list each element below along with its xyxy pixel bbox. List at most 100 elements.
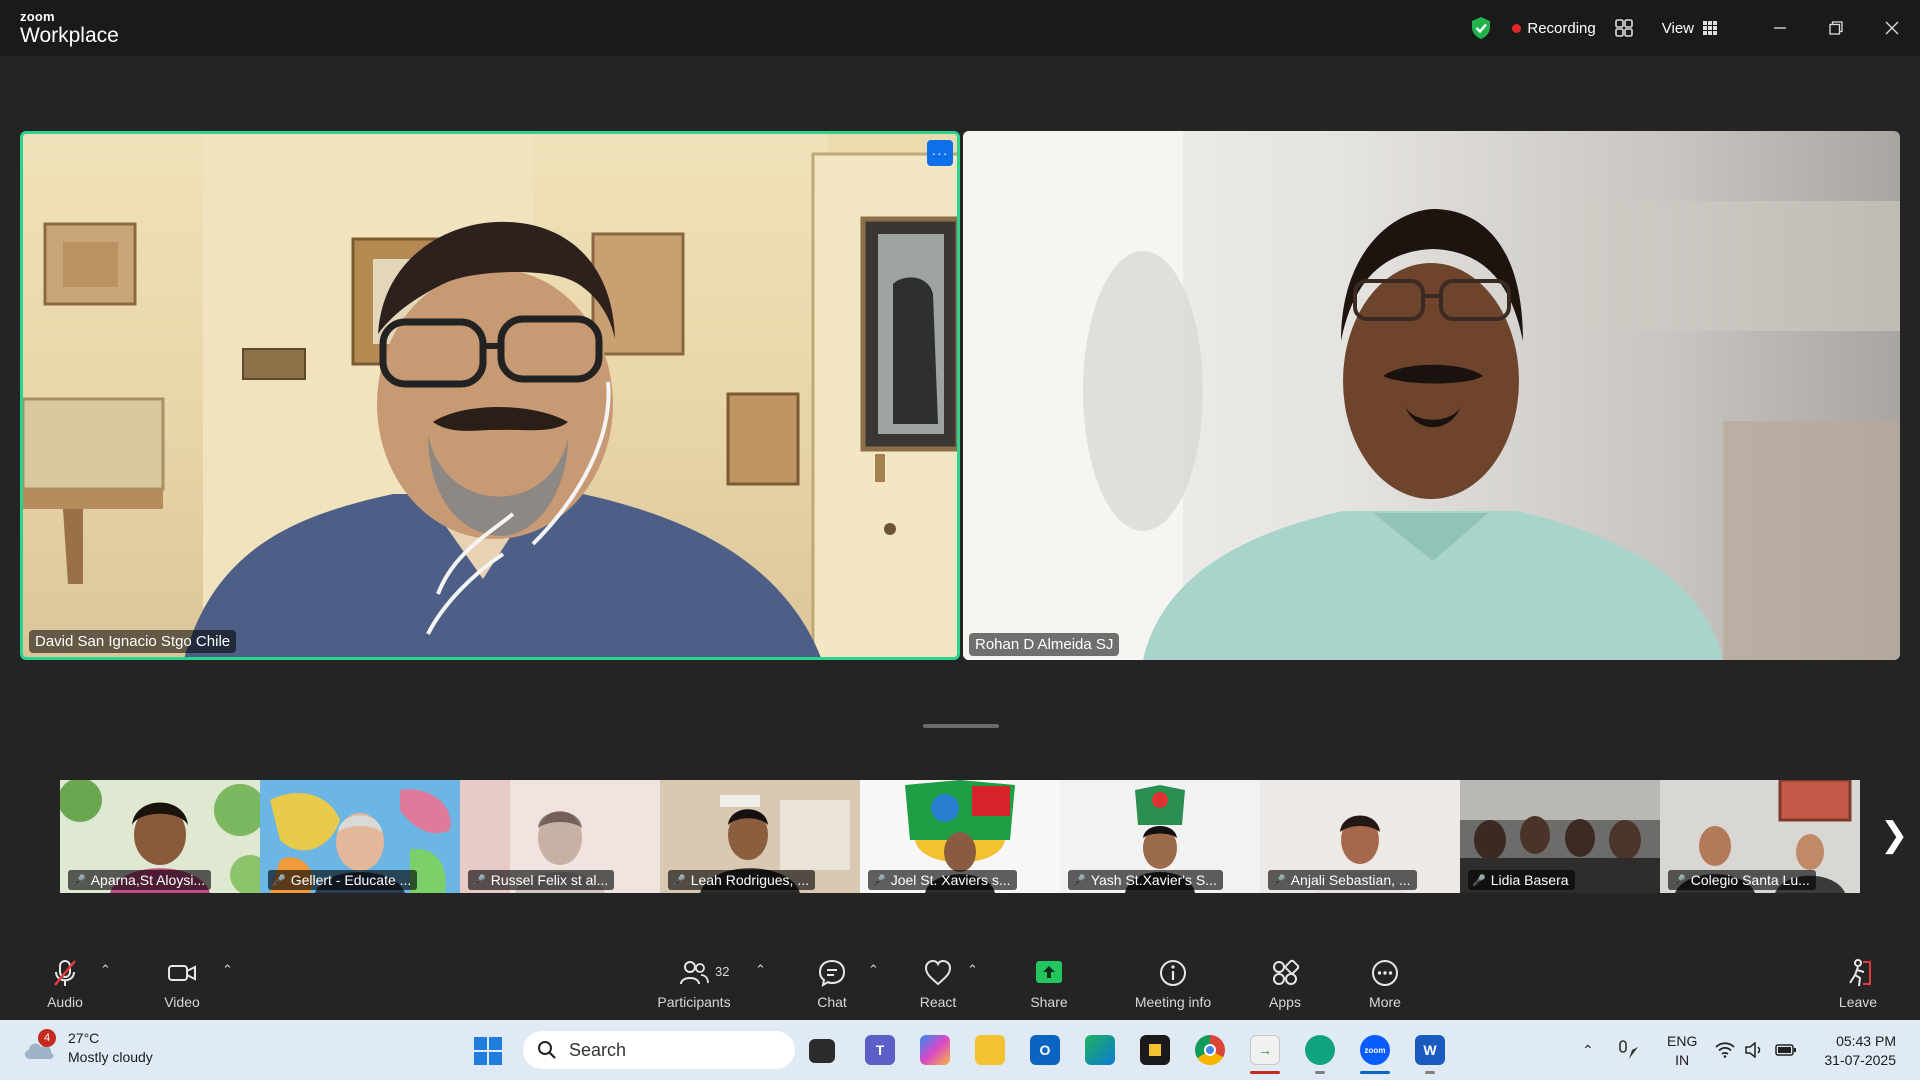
participant-thumbnail[interactable]: 🎤 Yash St.Xavier's S... [1060,780,1260,893]
taskbar-clock[interactable]: 05:43 PM 31-07-2025 [1824,1032,1896,1070]
participant-video-feed [23,134,957,657]
encryption-shield-icon[interactable] [1470,16,1492,40]
lang-bottom: IN [1675,1052,1690,1068]
more-dots-icon [1372,960,1398,986]
weather-desc: Mostly cloudy [68,1049,153,1065]
participant-thumbnail[interactable]: 🎤 Anjali Sebastian, ... [1260,780,1460,893]
video-label: Video [164,994,200,1010]
muted-mic-icon: 🎤 [272,874,286,887]
participant-thumbnail[interactable]: 🎤 Russel Felix st al... [460,780,660,893]
taskbar-search-box[interactable]: Search [523,1031,795,1069]
thumbnail-name: Russel Felix st al... [490,872,609,888]
file-explorer-icon[interactable] [975,1035,1005,1065]
chrome-icon[interactable] [1195,1035,1225,1065]
leave-button[interactable]: Leave [1808,958,1908,1010]
zoom-taskbar-icon[interactable]: zoom [1360,1035,1390,1065]
video-tile-active-speaker[interactable]: ··· David San Ignacio Stgo Chile [20,131,960,660]
view-grid-icon [1703,21,1717,35]
participant-thumbnail[interactable]: 🎤 Colegio Santa Lu... [1660,780,1860,893]
participant-thumbnail[interactable]: 🎤 Aparna,St Aloysi... [60,780,260,893]
grid-layout-icon[interactable] [1614,18,1634,38]
quick-settings[interactable] [1715,1020,1797,1080]
recording-indicator[interactable]: Recording [1512,19,1596,37]
muted-mic-icon: 🎤 [1672,874,1686,887]
app-running-indicator [1315,1071,1325,1074]
app-running-indicator [1425,1071,1435,1074]
video-options-button[interactable]: ··· [927,140,953,166]
meeting-info-label: Meeting info [1134,994,1212,1010]
thumbnail-name: Gellert - Educate ... [290,872,412,888]
view-label: View [1661,19,1694,37]
react-options-chevron-icon[interactable]: ⌃ [967,962,978,978]
resize-handle[interactable] [923,724,999,728]
minimize-button[interactable] [1752,0,1808,56]
system-tray: ⌃ [1582,1020,1640,1080]
participants-icon [680,961,709,985]
recording-dot-icon [1512,23,1522,33]
wifi-icon [1715,1042,1735,1058]
thumbnail-name-tag: 🎤 Leah Rodrigues, ... [668,870,815,890]
video-camera-icon [168,965,196,981]
teams-icon[interactable]: T [865,1035,895,1065]
language-indicator[interactable]: ENG IN [1667,1032,1697,1070]
strip-next-chevron-icon[interactable]: ❯ [1880,815,1909,855]
apps-label: Apps [1269,994,1301,1010]
muted-microphone-icon [54,960,76,986]
outlook-icon[interactable]: O [1030,1035,1060,1065]
view-button[interactable]: View [1662,20,1718,37]
leave-icon [1849,959,1871,987]
video-button[interactable]: Video [132,958,232,1010]
active-app-indicator [1250,1071,1280,1074]
thumbnail-name: Colegio Santa Lu... [1690,872,1810,888]
thumbnail-name-tag: 🎤 Aparna,St Aloysi... [68,870,212,890]
meeting-info-button[interactable]: Meeting info [1123,958,1223,1010]
title-bar: zoom Workplace Recording View [0,0,1920,56]
clock-time: 05:43 PM [1836,1033,1896,1049]
restore-icon [1829,21,1843,35]
video-options-chevron-icon[interactable]: ⌃ [222,962,233,978]
participants-label: Participants [657,994,731,1010]
close-button[interactable] [1864,0,1920,56]
heart-icon [924,959,952,986]
muted-mic-icon: 🎤 [872,874,886,887]
microphone-location-icon[interactable] [1616,1039,1640,1061]
apps-icon [1273,959,1300,985]
share-button[interactable]: Share [999,958,1099,1010]
participant-thumbnail[interactable]: 🎤 Gellert - Educate ... [260,780,460,893]
thumbnail-name: Leah Rodrigues, ... [690,872,809,888]
search-label: Search [569,1039,627,1060]
participant-name-tag: Rohan D Almeida SJ [969,633,1120,656]
participant-thumbnail[interactable]: 🎤 Leah Rodrigues, ... [660,780,860,893]
send-to-app-icon[interactable]: → [1250,1035,1280,1065]
edge-icon[interactable] [1085,1035,1115,1065]
participant-thumbnail[interactable]: 🎤 Joel St. Xaviers s... [860,780,1060,893]
restore-button[interactable] [1808,0,1864,56]
more-button[interactable]: More [1335,958,1435,1010]
search-icon [538,1041,556,1059]
copilot-icon[interactable] [920,1035,950,1065]
more-label: More [1369,994,1401,1010]
thumbnail-name: Lidia Basera [1490,872,1569,888]
audio-options-chevron-icon[interactable]: ⌃ [100,962,111,978]
word-icon[interactable]: W [1415,1035,1445,1065]
brand-small: zoom [20,9,55,24]
apps-button[interactable]: Apps [1235,958,1335,1010]
tray-overflow-chevron-icon[interactable]: ⌃ [1582,1042,1594,1059]
chat-options-chevron-icon[interactable]: ⌃ [868,962,879,978]
recording-label: Recording [1527,19,1596,37]
sticky-notes-icon[interactable] [1140,1035,1170,1065]
chat-button[interactable]: Chat [782,958,882,1010]
participant-thumbnail[interactable]: 🎤 Lidia Basera [1460,780,1660,893]
chatgpt-icon[interactable] [1305,1035,1335,1065]
thumbnail-name: Anjali Sebastian, ... [1290,872,1411,888]
weather-widget[interactable]: 4 27°C Mostly cloudy [22,1029,153,1067]
chat-bubble-icon [818,959,846,988]
video-tile-participant[interactable]: Rohan D Almeida SJ [963,131,1900,660]
muted-mic-icon: 🎤 [472,874,486,887]
windows-start-icon[interactable] [474,1037,502,1065]
thumbnail-name: Yash St.Xavier's S... [1090,872,1217,888]
participants-options-chevron-icon[interactable]: ⌃ [755,962,766,978]
windows-taskbar: 4 27°C Mostly cloudy Search T O → zoom W… [0,1020,1920,1080]
task-view-icon[interactable] [809,1039,835,1063]
muted-mic-icon: 🎤 [1072,874,1086,887]
